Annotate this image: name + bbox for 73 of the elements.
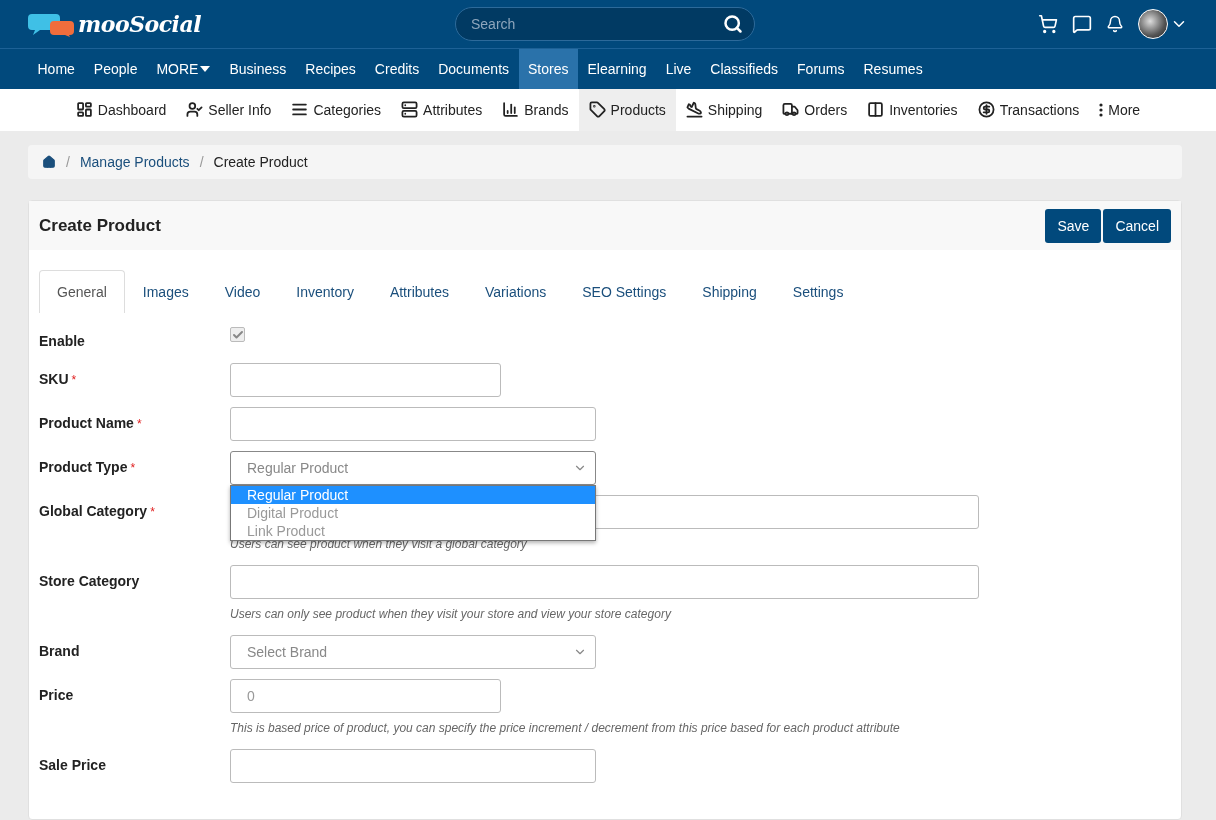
field-label: Store Category [39,572,141,591]
field-label: Product Name * [39,414,143,433]
store-nav-link[interactable]: Products [578,88,676,131]
more-icon [1099,102,1104,117]
required-mark: * [150,505,155,519]
nav-link[interactable]: Classifieds [700,48,788,89]
avatar[interactable] [1138,8,1168,39]
tag-icon [588,101,606,119]
truck-icon [782,101,800,119]
text-field[interactable] [230,363,501,397]
message-icon[interactable] [1072,13,1092,34]
field-label: Price [39,686,75,705]
columns-icon [867,101,885,119]
dashboard-icon [75,101,93,119]
search-icon[interactable] [723,13,743,34]
store-nav-link[interactable]: Dashboard [65,88,177,131]
action-button[interactable]: Cancel [1103,208,1171,243]
store-nav-link[interactable]: Categories [281,88,392,131]
breadcrumb-separator: / [199,154,204,170]
card-title: Create Product [39,215,162,236]
plane-icon [685,101,703,119]
required-mark: * [136,417,142,431]
server-icon [401,101,419,119]
logo-text[interactable]: mooSocial [78,10,202,37]
store-nav-link[interactable]: Inventories [857,88,968,131]
field-label: Enable [39,332,86,349]
dollar-icon [977,101,995,119]
nav-link[interactable]: Business [219,48,296,89]
search-field[interactable]: Search [455,6,755,41]
store-nav-link[interactable]: Brands [492,88,579,131]
required-mark: * [130,461,136,475]
chart-icon [502,101,520,119]
nav-link[interactable]: People [84,48,147,89]
text-field[interactable] [230,407,596,441]
select-field[interactable]: Select Brand [230,635,596,669]
store-nav-link[interactable]: Transactions [967,88,1090,131]
nav-link[interactable]: Resumes [854,48,933,89]
breadcrumb-separator: / [66,154,70,170]
field-label: SKU * [39,370,78,389]
field-label: Product Type * [39,458,137,477]
nav-link[interactable]: Stores [518,48,578,89]
action-button[interactable]: Save [1045,208,1102,243]
breadcrumb-current: Create Product [213,154,308,170]
caret-icon [200,65,211,72]
home-icon[interactable] [42,155,56,169]
field-label: Brand [39,642,81,661]
nav-link[interactable]: Elearning [578,48,657,89]
required-mark: * [71,373,77,387]
field-label: Sale Price [39,756,107,775]
nav-link[interactable]: MORE [146,48,220,89]
store-nav-link[interactable]: Seller Info [176,88,282,131]
form-tab[interactable]: General [39,270,125,313]
nav-link[interactable]: Documents [428,48,519,89]
store-nav-link[interactable]: More [1089,88,1151,131]
nav-link[interactable]: Live [656,48,701,89]
text-field[interactable] [230,565,979,599]
field-hint: This is based price of product, you can specify the price increment / decrement from this price based for each product attribute [230,721,900,735]
nav-link[interactable]: Forums [787,48,854,89]
nav-link[interactable]: Recipes [295,48,366,89]
text-field[interactable]: 0 [230,679,501,713]
select-field[interactable]: Regular Product [230,451,596,485]
store-nav-link[interactable]: Shipping [675,88,773,131]
store-nav-link[interactable]: Attributes [391,88,493,131]
nav-link[interactable]: Credits [365,48,429,89]
text-field[interactable] [230,749,596,783]
bell-icon[interactable] [1106,14,1124,33]
breadcrumb-link[interactable]: Manage Products [79,154,190,170]
field-label: Global Category * [39,502,156,521]
cart-icon[interactable] [1038,13,1058,34]
user-check-icon [186,101,204,119]
nav-link[interactable]: Home [28,48,85,89]
store-nav-link[interactable]: Orders [772,88,858,131]
field-hint: Users can only see product when they visit your store and view your store category [230,607,673,621]
